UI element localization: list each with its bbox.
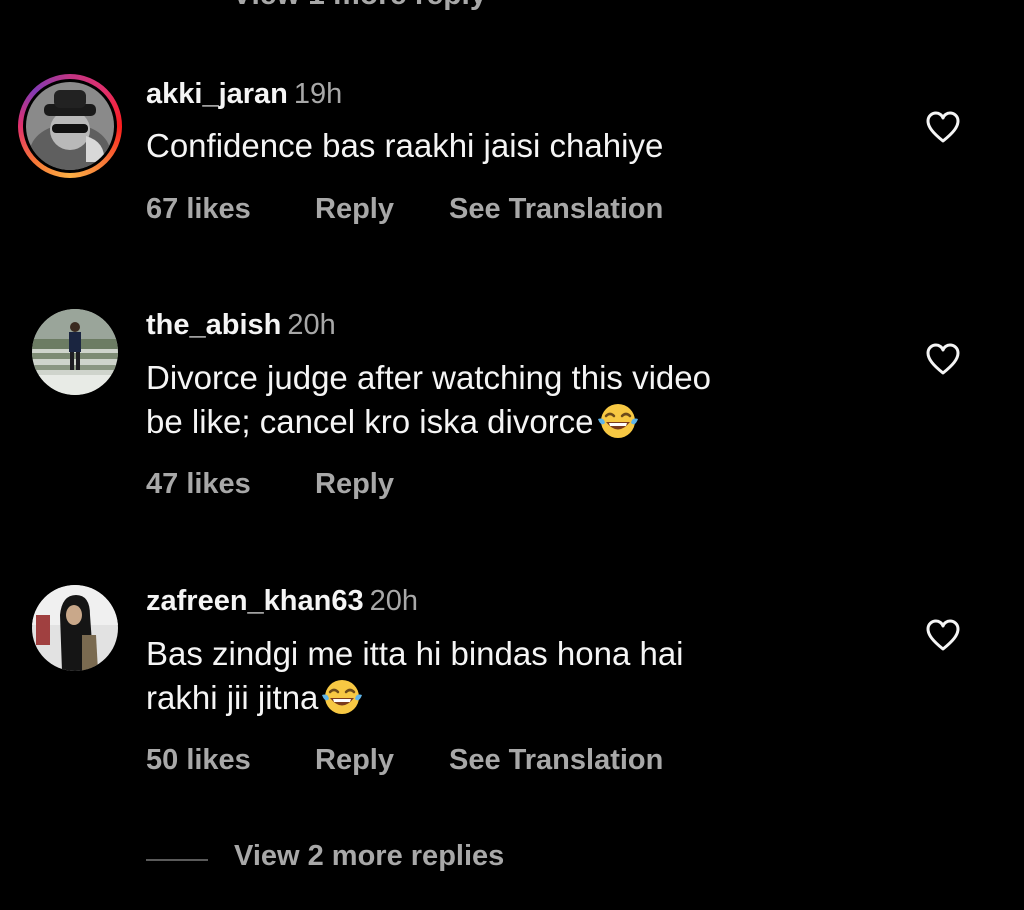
divider-line: [146, 859, 208, 861]
view-more-replies-label[interactable]: View 2 more replies: [234, 840, 504, 873]
likes-count[interactable]: 47 likes: [146, 468, 251, 501]
face-with-tears-of-joy-icon: [322, 680, 363, 714]
view-more-reply-link-partial[interactable]: View 1 more reply: [232, 0, 487, 12]
face-with-tears-of-joy-icon: [597, 404, 638, 438]
avatar[interactable]: [32, 585, 118, 671]
story-ring[interactable]: [18, 74, 122, 178]
likes-count[interactable]: 50 likes: [146, 744, 251, 777]
avatar-person-snow-icon: [32, 309, 118, 395]
username[interactable]: akki_jaran: [146, 78, 288, 110]
comment-text: Divorce judge after watching this video …: [146, 356, 886, 444]
avatar[interactable]: [32, 309, 118, 395]
reply-button[interactable]: Reply: [315, 468, 394, 501]
likes-count[interactable]: 67 likes: [146, 193, 251, 226]
heart-icon[interactable]: [925, 342, 961, 376]
comment-text-line: Divorce judge after watching this video: [146, 359, 711, 396]
timestamp: 20h: [287, 309, 336, 341]
reply-button[interactable]: Reply: [315, 193, 394, 226]
heart-icon[interactable]: [925, 618, 961, 652]
comment-text: Bas zindgi me itta hi bindas hona hai ra…: [146, 632, 886, 720]
comment-text: Confidence bas raakhi jaisi chahiye: [146, 127, 664, 164]
username[interactable]: zafreen_khan63: [146, 585, 364, 617]
username[interactable]: the_abish: [146, 309, 281, 341]
comment-text-line: be like; cancel kro iska divorce: [146, 400, 886, 444]
comment-text-line: rakhi jii jitna: [146, 676, 886, 720]
reply-button[interactable]: Reply: [315, 744, 394, 777]
timestamp: 19h: [293, 78, 343, 110]
comment-text-line: Bas zindgi me itta hi bindas hona hai: [146, 635, 684, 672]
see-translation-button[interactable]: See Translation: [449, 744, 663, 777]
see-translation-button[interactable]: See Translation: [449, 193, 663, 226]
avatar[interactable]: [26, 82, 114, 170]
avatar-hat-sunglasses-icon: [26, 82, 114, 170]
heart-icon[interactable]: [925, 110, 961, 144]
avatar-person-hijab-icon: [32, 585, 118, 671]
timestamp: 20h: [369, 585, 419, 617]
